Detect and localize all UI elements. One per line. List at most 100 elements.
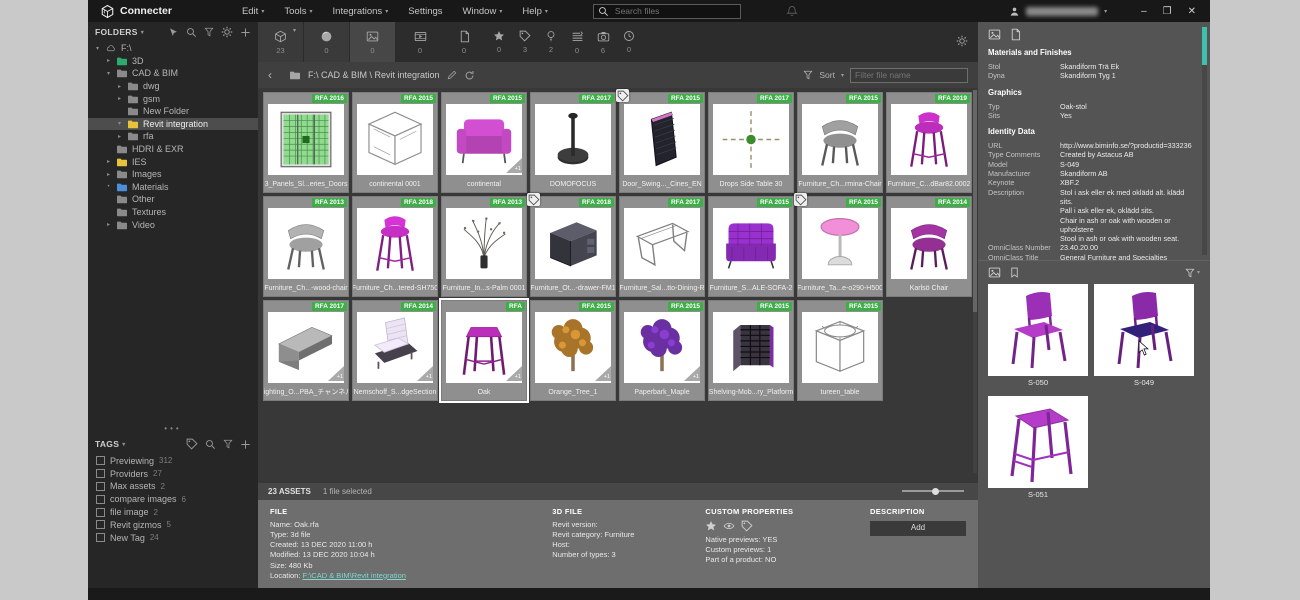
- folder-item-materials[interactable]: •Materials: [88, 181, 258, 194]
- filter-filename-input[interactable]: [850, 68, 968, 83]
- asset-card-22[interactable]: RFA 2015Shelving-Mob...ry_Platform: [708, 300, 794, 401]
- folder-item-dwg[interactable]: ▸dwg: [88, 80, 258, 93]
- pick-folder-icon[interactable]: [168, 27, 179, 38]
- breadcrumb-path[interactable]: F:\ CAD & BIM \ Revit integration: [308, 70, 440, 80]
- tag-checkbox[interactable]: [96, 508, 105, 517]
- tag-item-new-tag[interactable]: New Tag24: [88, 531, 258, 544]
- properties-document-icon[interactable]: [1009, 28, 1022, 41]
- preview-image-icon[interactable]: [988, 28, 1001, 41]
- folder-item-textures[interactable]: Textures: [88, 206, 258, 219]
- user-account[interactable]: ▾: [1009, 6, 1107, 17]
- app-logo[interactable]: Connecter: [100, 4, 172, 19]
- notifications-bell-icon[interactable]: [786, 5, 798, 17]
- asset-card-15[interactable]: RFA 2015Furniture_Ta...e-o290-H500: [797, 196, 883, 297]
- tree-expand-icon[interactable]: •: [105, 184, 112, 190]
- folders-caret-icon[interactable]: ▾: [141, 29, 144, 36]
- filter-tags-icon[interactable]: [223, 439, 233, 449]
- add-folder-icon[interactable]: [240, 27, 251, 38]
- tag-item-file-image[interactable]: file image2: [88, 506, 258, 519]
- tree-expand-icon[interactable]: ▸: [105, 57, 112, 64]
- asset-card-4[interactable]: RFA 2017DOMOFOCUS: [530, 92, 616, 193]
- folder-item-images[interactable]: ▸Images: [88, 168, 258, 181]
- asset-card-11[interactable]: RFA 2013Furniture_In...s-Palm 0001: [441, 196, 527, 297]
- asset-card-5[interactable]: RFA 2015Door_Swing..._Cines_EN: [619, 92, 705, 193]
- asset-card-13[interactable]: RFA 2017Furniture_Sal...tto-Dining-R: [619, 196, 705, 297]
- tree-expand-icon[interactable]: ▸: [116, 83, 123, 90]
- menu-settings[interactable]: Settings: [408, 6, 442, 17]
- grid-scrollbar[interactable]: [973, 90, 977, 473]
- tree-expand-icon[interactable]: ▸: [116, 133, 123, 140]
- menu-tools[interactable]: Tools▾: [284, 6, 312, 17]
- folder-item-revit-integration[interactable]: ▾Revit integration: [88, 118, 258, 131]
- types-bookmark-icon[interactable]: [1009, 267, 1020, 278]
- tag-item-max-assets[interactable]: Max assets2: [88, 480, 258, 493]
- menu-edit[interactable]: Edit▾: [242, 6, 264, 17]
- menu-integrations[interactable]: Integrations▾: [333, 6, 389, 17]
- tab-images[interactable]: 0: [350, 22, 396, 62]
- tree-expand-icon[interactable]: ▾: [105, 70, 112, 77]
- global-search[interactable]: [593, 4, 741, 19]
- tab-lights[interactable]: 2: [538, 22, 564, 62]
- slider-knob[interactable]: [932, 488, 939, 495]
- thumbnail-size-slider[interactable]: [902, 490, 964, 492]
- tag-item-providers[interactable]: Providers27: [88, 467, 258, 480]
- asset-card-19[interactable]: RFA+1Oak: [441, 300, 527, 401]
- folder-item-other[interactable]: Other: [88, 193, 258, 206]
- minimize-button[interactable]: –: [1141, 6, 1147, 17]
- asset-card-9[interactable]: RFA 2013Furniture_Ch...-wood-chair: [263, 196, 349, 297]
- preview-eye-icon[interactable]: [723, 520, 735, 532]
- asset-card-21[interactable]: RFA 2015+1Paperbark_Maple: [619, 300, 705, 401]
- refresh-icon[interactable]: [464, 70, 475, 81]
- favorite-star-icon[interactable]: [705, 520, 717, 532]
- tab-favorites[interactable]: 0: [486, 22, 512, 62]
- types-image-icon[interactable]: [988, 266, 1001, 279]
- asset-card-2[interactable]: RFA 2015continental 0001: [352, 92, 438, 193]
- search-input[interactable]: [613, 5, 727, 17]
- tab-materials[interactable]: 0: [304, 22, 350, 62]
- folder-item-video[interactable]: ▸Video: [88, 218, 258, 231]
- location-link[interactable]: F:\CAD & BIM\Revit integration: [303, 571, 406, 580]
- asset-card-23[interactable]: RFA 2015tureen_table: [797, 300, 883, 401]
- folder-item-cad-bim[interactable]: ▾CAD & BIM: [88, 67, 258, 80]
- tag-item-compare-images[interactable]: compare images6: [88, 493, 258, 506]
- folder-item-hdri-exr[interactable]: HDRI & EXR: [88, 143, 258, 156]
- asset-card-18[interactable]: RFA 2014+1Nemschoff_S...dgeSection: [352, 300, 438, 401]
- back-button[interactable]: ‹: [268, 68, 272, 82]
- folders-settings-gear-icon[interactable]: [221, 26, 233, 38]
- tag-item-revit-gizmos[interactable]: Revit gizmos5: [88, 518, 258, 531]
- tab-tagged[interactable]: 3: [512, 22, 538, 62]
- close-button[interactable]: ✕: [1188, 6, 1196, 17]
- tree-expand-icon[interactable]: ▸: [105, 221, 112, 228]
- asset-card-7[interactable]: RFA 2015Furniture_Ch...rmina-Chair: [797, 92, 883, 193]
- restore-button[interactable]: ❐: [1163, 6, 1172, 17]
- asset-card-8[interactable]: RFA 2019Furniture_C...dBar82.0002: [886, 92, 972, 193]
- tree-expand-icon[interactable]: ▸: [105, 171, 112, 178]
- asset-card-6[interactable]: RFA 2017Drops Side Table 30: [708, 92, 794, 193]
- tab-documents[interactable]: 0: [442, 22, 486, 62]
- menu-help[interactable]: Help▾: [522, 6, 548, 17]
- tab-3d-models[interactable]: 23▾: [258, 22, 304, 62]
- properties-scrollbar[interactable]: [1202, 27, 1207, 255]
- add-description-button[interactable]: Add: [870, 521, 966, 536]
- tag-checkbox[interactable]: [96, 520, 105, 529]
- panel-resize-handle[interactable]: •••: [88, 424, 258, 434]
- types-filter-funnel-icon[interactable]: [1185, 268, 1195, 278]
- asset-card-17[interactable]: RFA 2017+1Lighting_O...PBA_チャンネル: [263, 300, 349, 401]
- edit-path-pencil-icon[interactable]: [447, 70, 457, 80]
- type-variant-s-051[interactable]: S-051: [988, 396, 1088, 502]
- sort-button[interactable]: Sort: [819, 70, 835, 80]
- tag-item-previewing[interactable]: Previewing312: [88, 454, 258, 467]
- menu-window[interactable]: Window▾: [463, 6, 503, 17]
- tab-collections[interactable]: 0: [564, 22, 590, 62]
- folder-item-f-[interactable]: ▾F:\: [88, 42, 258, 55]
- folder-item-ies[interactable]: ▸IES: [88, 155, 258, 168]
- tree-expand-icon[interactable]: ▾: [116, 120, 123, 127]
- asset-card-10[interactable]: RFA 2018Furniture_Ch...tered-SH750: [352, 196, 438, 297]
- type-variant-s-050[interactable]: S-050: [988, 284, 1088, 390]
- tag-checkbox[interactable]: [96, 495, 105, 504]
- view-settings-gear-icon[interactable]: [956, 35, 968, 47]
- asset-card-16[interactable]: RFA 2014Karlsö Chair: [886, 196, 972, 297]
- tab-recent[interactable]: 0: [616, 22, 642, 62]
- tag-checkbox[interactable]: [96, 533, 105, 542]
- asset-card-3[interactable]: RFA 2015+1continental: [441, 92, 527, 193]
